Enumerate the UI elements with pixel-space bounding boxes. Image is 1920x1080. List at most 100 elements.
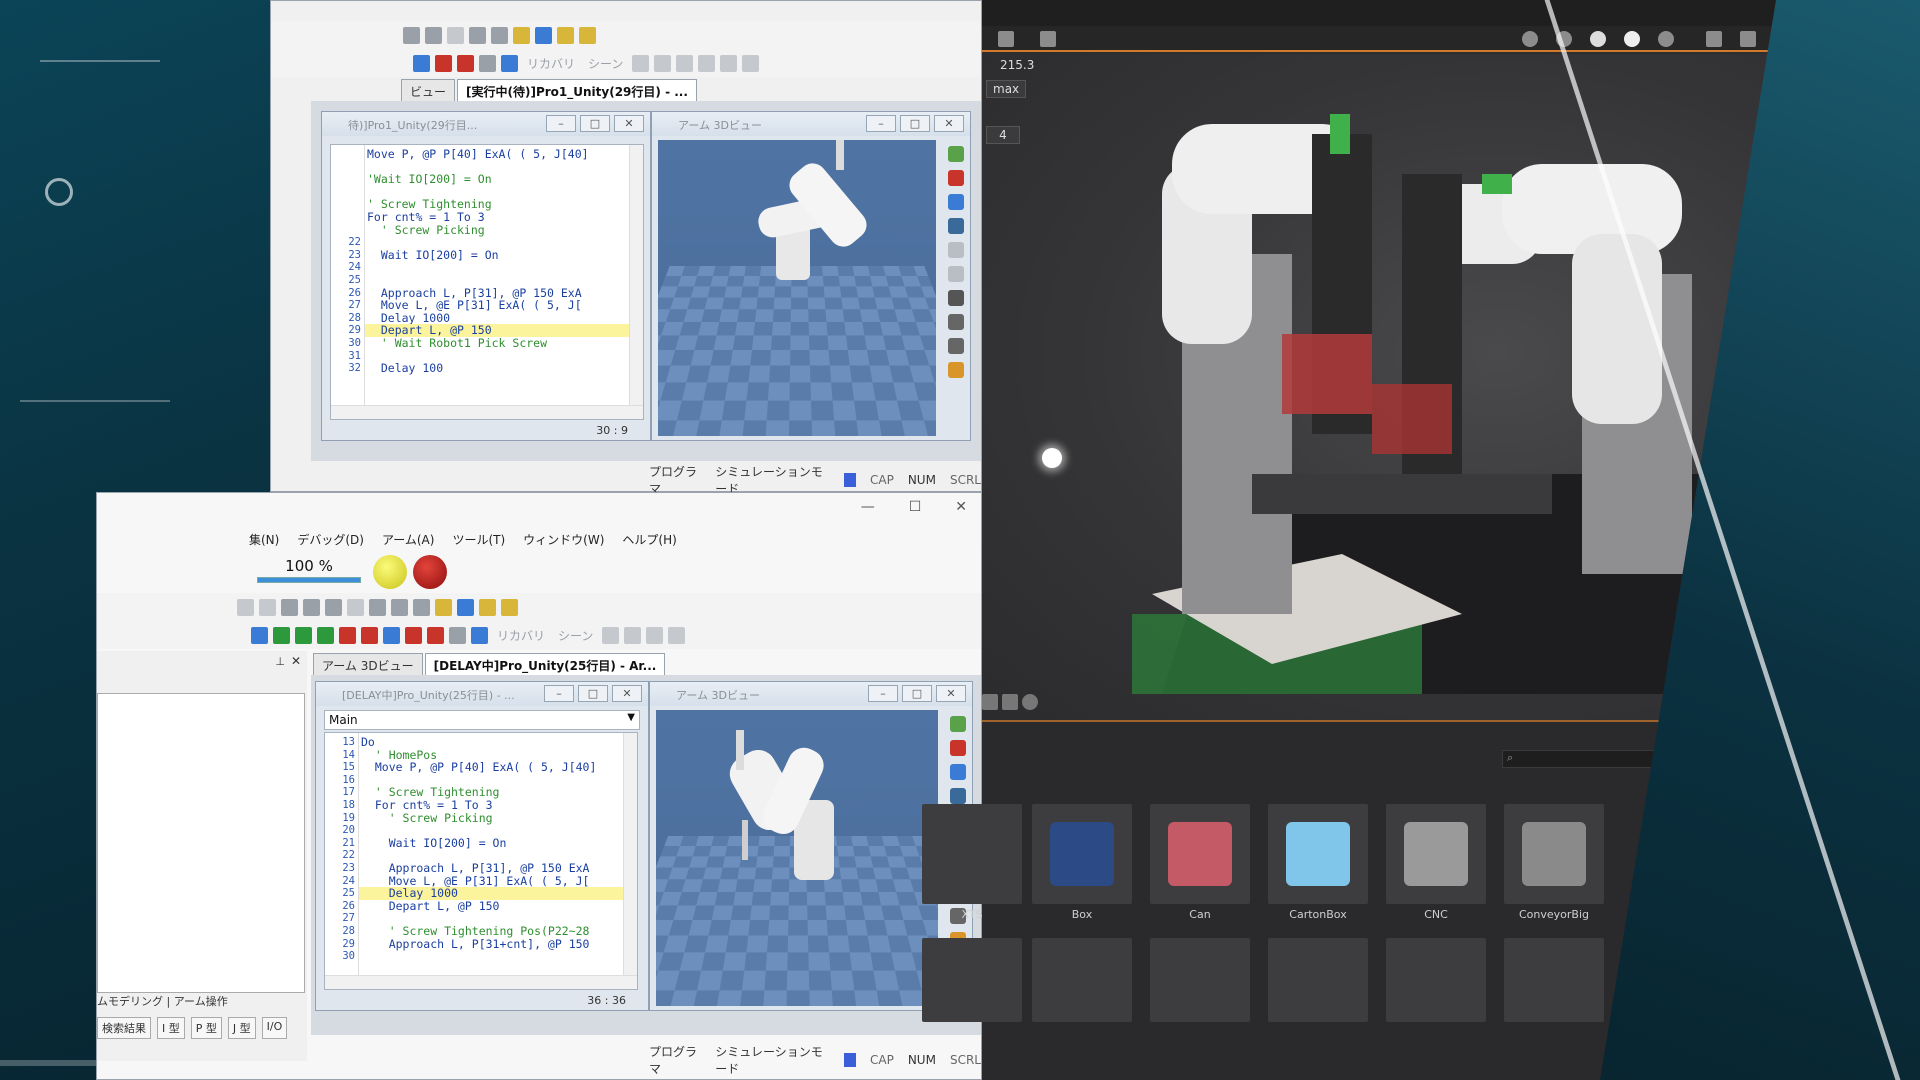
close-button[interactable]: ✕ [955, 499, 967, 515]
minimize-button[interactable]: – [546, 115, 576, 132]
tab-arm-operation[interactable]: アーム操作 [174, 995, 228, 1008]
run-to-end-icon[interactable] [295, 626, 312, 644]
compass-icon[interactable] [1022, 694, 1038, 710]
tool-icon[interactable] [403, 26, 420, 44]
close-button[interactable]: ✕ [612, 685, 642, 702]
tab-delay-program[interactable]: [DELAY中]Pro_Unity(25行目) - Ar... [424, 653, 666, 675]
step-icon[interactable] [413, 54, 430, 72]
asset-thumbnail[interactable] [1386, 804, 1486, 904]
run-icon[interactable] [273, 626, 290, 644]
grid-icon[interactable] [948, 314, 964, 330]
tool-icon[interactable] [303, 598, 320, 616]
tool-icon[interactable] [391, 598, 408, 616]
tool-icon[interactable] [457, 598, 474, 616]
zoom-icon[interactable] [948, 242, 964, 258]
tool-icon[interactable] [676, 54, 694, 72]
bottom-3d-viewport[interactable] [656, 710, 938, 1006]
pin-icon[interactable]: ⊥ [275, 655, 285, 668]
tool-icon[interactable] [654, 54, 672, 72]
menu-item[interactable]: ツール(T) [452, 531, 505, 548]
code-line[interactable]: Depart L, @P 150 [361, 899, 500, 913]
tool-icon[interactable] [479, 598, 496, 616]
tool-icon[interactable] [435, 598, 452, 616]
tool-icon[interactable] [668, 626, 686, 644]
tool-icon[interactable] [501, 598, 518, 616]
horizontal-scrollbar[interactable] [325, 975, 637, 989]
minimize-button[interactable]: – [868, 685, 898, 702]
teach-icon[interactable] [501, 54, 518, 72]
move-icon[interactable] [948, 218, 964, 234]
tool-icon[interactable] [259, 598, 276, 616]
tab-running-program[interactable]: [実行中(待)]Pro1_Unity(29行目) - ... [457, 79, 697, 101]
tool-icon[interactable] [413, 598, 430, 616]
tab-view[interactable]: ビュー [401, 79, 456, 101]
recovery-button[interactable]: リカバリ [523, 55, 579, 72]
sphere-icon[interactable] [1590, 31, 1606, 47]
speed-control[interactable]: 100 % [257, 557, 361, 583]
code-line[interactable]: ' Screw Picking [367, 223, 485, 237]
menu-item[interactable]: ウィンドウ(W) [523, 531, 604, 548]
stop-button[interactable] [413, 555, 447, 589]
camera-icon[interactable] [948, 290, 964, 306]
asset-thumbnail[interactable] [1032, 938, 1132, 1022]
tool-icon[interactable] [579, 26, 596, 44]
tab-arm-3d-view[interactable]: アーム 3Dビュー [313, 653, 423, 675]
function-dropdown[interactable]: Main ▼ [324, 710, 640, 730]
tool-icon[interactable] [237, 598, 254, 616]
code-line[interactable]: Approach L, P[31+cnt], @P 150 [361, 937, 590, 951]
tool-icon[interactable] [646, 626, 664, 644]
vertical-scrollbar[interactable] [629, 145, 643, 405]
tool-icon[interactable] [281, 598, 298, 616]
asset-thumbnail[interactable] [1504, 938, 1604, 1022]
menu-item[interactable]: デバッグ(D) [297, 531, 364, 548]
code-line[interactable]: Delay 100 [367, 361, 443, 375]
step-out-icon[interactable] [383, 626, 400, 644]
maximize-button[interactable]: □ [580, 115, 610, 132]
tool-icon[interactable] [742, 54, 760, 72]
code-line[interactable]: Wait IO[200] = On [367, 248, 499, 262]
maximize-button[interactable]: □ [902, 685, 932, 702]
maximize-button[interactable]: ☐ [909, 499, 922, 515]
rotate-icon[interactable] [948, 194, 964, 210]
panel-tab[interactable]: P 型 [190, 1017, 222, 1039]
asset-thumbnail[interactable] [1150, 804, 1250, 904]
tool-icon[interactable] [632, 54, 650, 72]
asset-thumbnail[interactable] [1504, 804, 1604, 904]
maximize-button[interactable]: □ [900, 115, 930, 132]
view-tool-icon[interactable] [950, 716, 966, 732]
tool-icon[interactable] [698, 54, 716, 72]
code-line[interactable]: Wait IO[200] = On [361, 836, 507, 850]
close-button[interactable]: ✕ [614, 115, 644, 132]
3d-icon[interactable] [948, 362, 964, 378]
tool-icon[interactable] [624, 626, 642, 644]
close-icon[interactable]: ✕ [291, 654, 301, 668]
code-line[interactable]: ' Wait Robot1 Pick Screw [367, 336, 547, 350]
tool-icon[interactable] [369, 598, 386, 616]
tool-icon[interactable] [557, 26, 574, 44]
minimize-button[interactable]: – [866, 115, 896, 132]
tool-icon[interactable] [602, 626, 620, 644]
asset-thumbnail[interactable] [922, 938, 1022, 1022]
code-line[interactable]: ' Screw Picking [361, 811, 493, 825]
tool-icon[interactable] [720, 54, 738, 72]
panel-tab[interactable]: J 型 [227, 1017, 256, 1039]
top-3d-viewport[interactable] [658, 140, 936, 436]
stop-icon[interactable] [948, 170, 964, 186]
top-code-editor[interactable]: Move P, @P P[40] ExA( ( 5, J[40] 'Wait IO… [330, 144, 644, 420]
grid-icon[interactable] [1040, 31, 1056, 47]
stop-icon[interactable] [950, 740, 966, 756]
code-line[interactable]: Move P, @P P[40] ExA( ( 5, J[40] [367, 147, 589, 161]
scene-button[interactable]: シーン [584, 55, 627, 72]
scene-button[interactable]: シーン [554, 627, 597, 644]
tool-icon[interactable] [535, 26, 552, 44]
maximize-button[interactable]: □ [578, 685, 608, 702]
close-button[interactable]: ✕ [934, 115, 964, 132]
asset-thumbnail[interactable] [1268, 938, 1368, 1022]
tool-icon[interactable] [347, 598, 364, 616]
globe-icon[interactable] [1522, 31, 1538, 47]
grid-icon[interactable] [948, 338, 964, 354]
recovery-button[interactable]: リカバリ [493, 627, 549, 644]
bottom-code-editor[interactable]: 13 Do 14 ' HomePos 15 Move P, @P P[40] ExA(… [324, 732, 638, 990]
move-icon[interactable] [950, 788, 966, 804]
audio-icon[interactable] [1706, 31, 1722, 47]
